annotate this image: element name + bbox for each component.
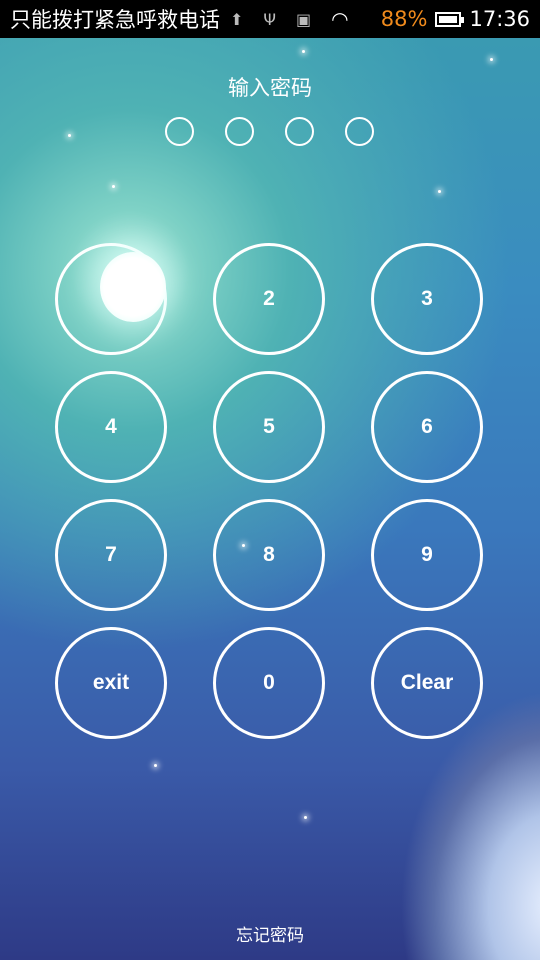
carrier-text: 只能拨打紧急呼救电话 <box>10 8 220 32</box>
battery-percent: 88% <box>380 7 428 31</box>
battery-icon <box>435 11 465 27</box>
pin-indicator <box>165 117 374 146</box>
star-decoration <box>154 764 157 767</box>
key-5-button[interactable]: 5 <box>213 371 325 483</box>
star-decoration <box>438 190 441 193</box>
key-9-button[interactable]: 9 <box>371 499 483 611</box>
key-3-button[interactable]: 3 <box>371 243 483 355</box>
moon-decoration <box>100 252 166 322</box>
star-decoration <box>68 134 71 137</box>
page-title: 输入密码 <box>228 76 312 100</box>
key-7-button[interactable]: 7 <box>55 499 167 611</box>
download-icon: ⬆ <box>230 9 244 29</box>
wifi-icon: ◠ <box>331 7 349 31</box>
key-8-button[interactable]: 8 <box>213 499 325 611</box>
status-bar: 只能拨打紧急呼救电话 ⬆ Ψ ▣ ◠ 88% 17:36 <box>0 0 540 38</box>
key-4-button[interactable]: 4 <box>55 371 167 483</box>
pin-dot <box>345 117 374 146</box>
key-exit-button[interactable]: exit <box>55 627 167 739</box>
star-decoration <box>304 816 307 819</box>
key-clear-button[interactable]: Clear <box>371 627 483 739</box>
usb-icon: Ψ <box>263 9 276 29</box>
key-6-button[interactable]: 6 <box>371 371 483 483</box>
pin-dot <box>285 117 314 146</box>
star-decoration <box>302 50 305 53</box>
key-0-button[interactable]: 0 <box>213 627 325 739</box>
forgot-password-link[interactable]: 忘记密码 <box>0 921 540 946</box>
key-2-button[interactable]: 2 <box>213 243 325 355</box>
clock: 17:36 <box>469 7 530 31</box>
star-decoration <box>490 58 493 61</box>
pin-dot <box>225 117 254 146</box>
star-decoration <box>112 185 115 188</box>
android-debug-icon: ▣ <box>296 9 312 29</box>
pin-dot <box>165 117 194 146</box>
